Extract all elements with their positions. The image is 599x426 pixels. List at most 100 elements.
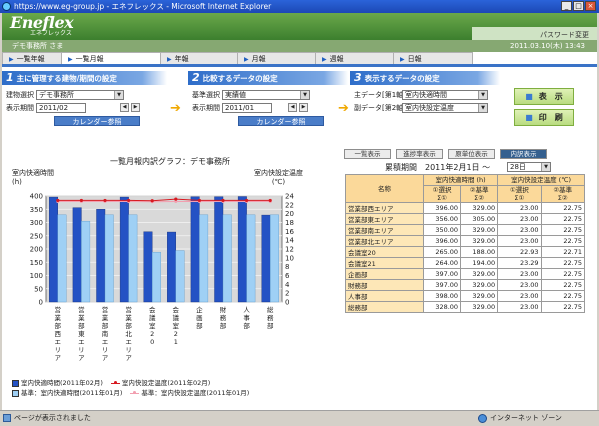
report-body: 一覧表示 進捗率表示 原単位表示 内訳表示 一覧月報内訳グラフ：デモ事務所 室内… — [2, 142, 597, 410]
row-value: 23.00 — [497, 268, 542, 280]
tab-weekly[interactable]: ▶ 週報 — [315, 52, 394, 64]
row-value: 23.00 — [497, 224, 542, 236]
base-select[interactable]: 実績値 ▼ — [222, 90, 310, 100]
period-label: 表示期間 — [6, 104, 34, 112]
left-tick-label: 250 — [30, 232, 43, 240]
category-label: 務 — [220, 313, 227, 322]
dropdown-icon: ▼ — [114, 91, 123, 99]
row-value: 23.00 — [497, 279, 542, 291]
row-value: 397.00 — [422, 268, 462, 280]
display-button[interactable]: ■ 表 示 — [514, 88, 574, 105]
base-calendar-button[interactable]: カレンダー参照 — [238, 116, 324, 126]
internet-zone-icon — [478, 414, 487, 423]
tab-yearly[interactable]: ▶ 年報 — [160, 52, 238, 64]
row-name: 財務部 — [345, 279, 424, 291]
category-label: 業 — [78, 313, 85, 322]
dropdown-icon: ▼ — [478, 104, 487, 112]
maximize-button[interactable]: □ — [573, 1, 584, 11]
bar-base — [222, 214, 232, 303]
right-tick-label: 14 — [285, 237, 294, 245]
dropdown-icon: ▼ — [541, 163, 550, 171]
tab-monthly-list[interactable]: ▶ 一覧月報 — [61, 52, 161, 64]
base-next-button[interactable]: ▶ — [299, 103, 308, 112]
row-value: 265.00 — [422, 246, 462, 258]
view-tab-unit[interactable]: 原単位表示 — [448, 149, 495, 159]
base-period-input[interactable]: 2011/01 — [222, 103, 272, 113]
arrow-right-icon: ▶ — [68, 56, 73, 63]
category-label: 会 — [173, 305, 180, 314]
cumulative-period: 累積期間 2011年2月1日 ～ — [385, 163, 491, 172]
password-change-link[interactable]: パスワード変更 — [540, 30, 589, 40]
category-label: 部 — [267, 321, 274, 330]
right-tick-label: 2 — [285, 290, 289, 298]
period-input[interactable]: 2011/02 — [36, 103, 86, 113]
table-row: 企画部 397.00 329.00 23.00 22.75 — [345, 268, 586, 280]
bar-main — [96, 209, 106, 303]
row-value: 328.00 — [422, 301, 462, 313]
row-value: 329.00 — [460, 224, 499, 236]
row-value: 398.00 — [422, 290, 462, 302]
category-label: 2 — [150, 330, 154, 338]
right-tick-label: 4 — [285, 281, 290, 289]
display-icon: ■ — [525, 92, 533, 101]
point-temp-main — [245, 198, 249, 203]
category-label: 部 — [220, 321, 227, 330]
minimize-button[interactable]: _ — [561, 1, 572, 11]
calendar-button[interactable]: カレンダー参照 — [54, 116, 140, 126]
prev-month-button[interactable]: ◀ — [120, 103, 129, 112]
row-value: 188.00 — [460, 246, 499, 258]
print-button[interactable]: ■ 印 刷 — [514, 109, 574, 126]
sub-data-select[interactable]: 室内快設定温度 ▼ — [402, 103, 488, 113]
arrow-right-icon: ▶ — [322, 56, 327, 63]
row-value: 22.71 — [540, 246, 586, 258]
row-name: 営業部西エリア — [345, 202, 424, 214]
row-value: 329.00 — [460, 279, 499, 291]
row-value: 22.75 — [540, 290, 586, 302]
right-tick-label: 0 — [285, 299, 289, 307]
category-label: 室 — [173, 321, 180, 330]
report-tabs: ▶ 一覧年報 ▶ 一覧月報 ▶ 年報 ▶ 月報 ▶ 週報 ▶ 日報 — [2, 52, 597, 64]
category-label: 議 — [173, 313, 180, 322]
row-value: 329.00 — [460, 202, 499, 214]
category-label: ア — [55, 354, 62, 362]
zone-label: インターネット ゾーン — [490, 414, 562, 422]
point-temp-main — [268, 198, 272, 203]
category-label: ア — [102, 354, 109, 362]
row-value: 194.00 — [460, 257, 499, 269]
view-tab-progress[interactable]: 進捗率表示 — [396, 149, 443, 159]
view-tab-list[interactable]: 一覧表示 — [344, 149, 391, 159]
right-tick-label: 10 — [285, 254, 294, 262]
row-name: 企画部 — [345, 268, 424, 280]
category-label: 室 — [149, 321, 156, 330]
row-name: 総務部 — [345, 301, 424, 313]
category-label: 部 — [78, 321, 85, 330]
category-label: ア — [125, 354, 132, 362]
category-label: 南 — [102, 329, 109, 338]
view-tab-breakdown[interactable]: 内訳表示 — [500, 149, 547, 159]
category-label: リ — [102, 346, 109, 354]
base-prev-button[interactable]: ◀ — [288, 103, 297, 112]
bar-main — [119, 196, 129, 303]
period-end-select[interactable]: 28日 ▼ — [507, 162, 551, 172]
tab-yearly-list[interactable]: ▶ 一覧年報 — [2, 52, 62, 64]
bar-base — [81, 220, 91, 303]
tab-monthly[interactable]: ▶ 月報 — [237, 52, 316, 64]
step2-panel: 2 比較するデータの設定 基準選択 実績値 ▼ 表示期間 2011/01 ◀ ▶ カ… — [188, 71, 348, 141]
category-label: 西 — [55, 330, 62, 338]
close-button[interactable]: × — [585, 1, 596, 11]
category-label: エ — [102, 338, 109, 346]
step1-panel: 1 主に管理する建物/期間の設定 建物選択 デモ事務所 ▼ 表示期間 2011/02… — [2, 71, 167, 141]
next-month-button[interactable]: ▶ — [131, 103, 140, 112]
category-label: 事 — [243, 313, 250, 322]
left-tick-label: 50 — [34, 285, 43, 293]
building-select[interactable]: デモ事務所 ▼ — [36, 90, 124, 100]
base-label: 基準選択 — [192, 91, 220, 99]
dropdown-icon: ▼ — [478, 91, 487, 99]
table-row: 営業部東エリア 356.00 305.00 23.00 22.75 — [345, 213, 586, 225]
right-tick-label: 6 — [285, 272, 290, 280]
ie-icon — [2, 2, 11, 11]
tab-daily[interactable]: ▶ 日報 — [393, 52, 473, 64]
right-tick-label: 22 — [285, 201, 294, 209]
main-data-select[interactable]: 室内快適時間 ▼ — [402, 90, 488, 100]
step2-header: 2 比較するデータの設定 — [188, 71, 348, 85]
